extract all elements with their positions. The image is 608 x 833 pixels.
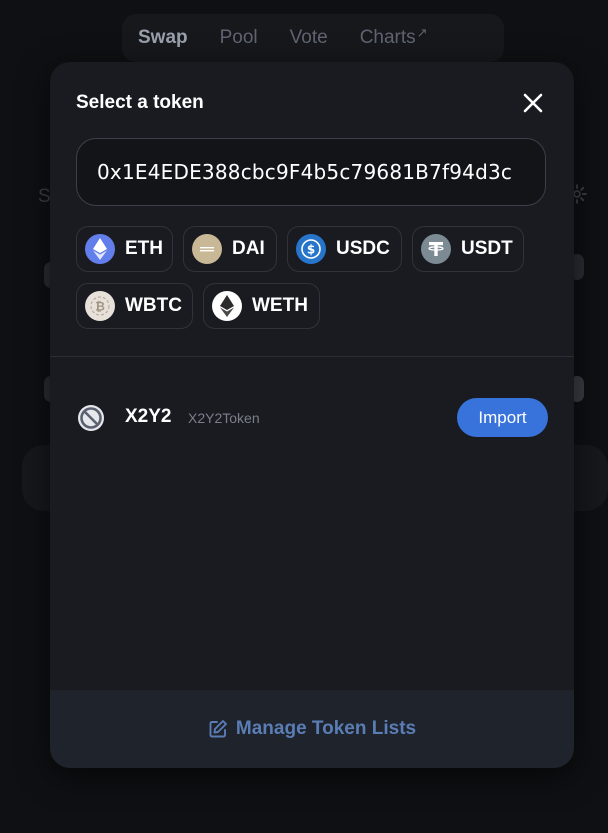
base-chip-label: ETH xyxy=(125,238,163,259)
top-navigation: Swap Pool Vote Charts↗ xyxy=(122,14,504,62)
divider xyxy=(50,356,574,357)
base-chip-usdc[interactable]: $ USDC xyxy=(287,226,402,272)
eth-icon xyxy=(85,234,115,264)
manage-token-lists-link[interactable]: Manage Token Lists xyxy=(208,718,416,740)
close-icon[interactable] xyxy=(520,90,546,116)
nav-pool[interactable]: Pool xyxy=(204,27,274,49)
weth-icon xyxy=(212,291,242,321)
nav-charts[interactable]: Charts↗ xyxy=(344,25,444,49)
token-name: X2Y2Token xyxy=(188,410,260,426)
base-chip-label: WBTC xyxy=(125,295,182,316)
edit-icon xyxy=(209,720,227,738)
usdc-icon: $ xyxy=(296,234,326,264)
dai-icon xyxy=(192,234,222,264)
token-symbol: X2Y2 xyxy=(125,406,172,427)
manage-token-lists-label: Manage Token Lists xyxy=(235,718,417,739)
nav-swap[interactable]: Swap xyxy=(122,27,204,49)
svg-text:₿: ₿ xyxy=(95,300,105,314)
import-button[interactable]: Import xyxy=(457,398,548,437)
base-chip-label: USDC xyxy=(336,238,390,259)
usdt-icon xyxy=(421,234,451,264)
base-chip-usdt[interactable]: USDT xyxy=(412,226,524,272)
nav-vote[interactable]: Vote xyxy=(274,27,344,49)
blocked-token-icon xyxy=(78,405,104,431)
base-chip-label: USDT xyxy=(461,238,513,259)
nav-charts-label: Charts xyxy=(359,27,416,48)
base-chip-weth[interactable]: WETH xyxy=(203,283,320,329)
external-link-icon: ↗ xyxy=(416,25,428,40)
svg-text:$: $ xyxy=(307,243,315,257)
token-result-row[interactable]: X2Y2 X2Y2Token Import xyxy=(50,382,574,454)
base-chip-wbtc[interactable]: ₿ WBTC xyxy=(76,283,193,329)
base-chip-label: DAI xyxy=(232,238,265,259)
wbtc-icon: ₿ xyxy=(85,291,115,321)
base-chip-label: WETH xyxy=(252,295,308,316)
token-select-modal: Select a token ETH DAI xyxy=(50,62,574,768)
base-chip-dai[interactable]: DAI xyxy=(183,226,277,272)
swap-header-partial: S xyxy=(38,186,51,207)
modal-footer: Manage Token Lists xyxy=(50,690,574,768)
token-search-field[interactable] xyxy=(76,138,546,206)
modal-title: Select a token xyxy=(76,92,204,113)
base-chip-eth[interactable]: ETH xyxy=(76,226,173,272)
token-search-input[interactable] xyxy=(97,160,545,184)
